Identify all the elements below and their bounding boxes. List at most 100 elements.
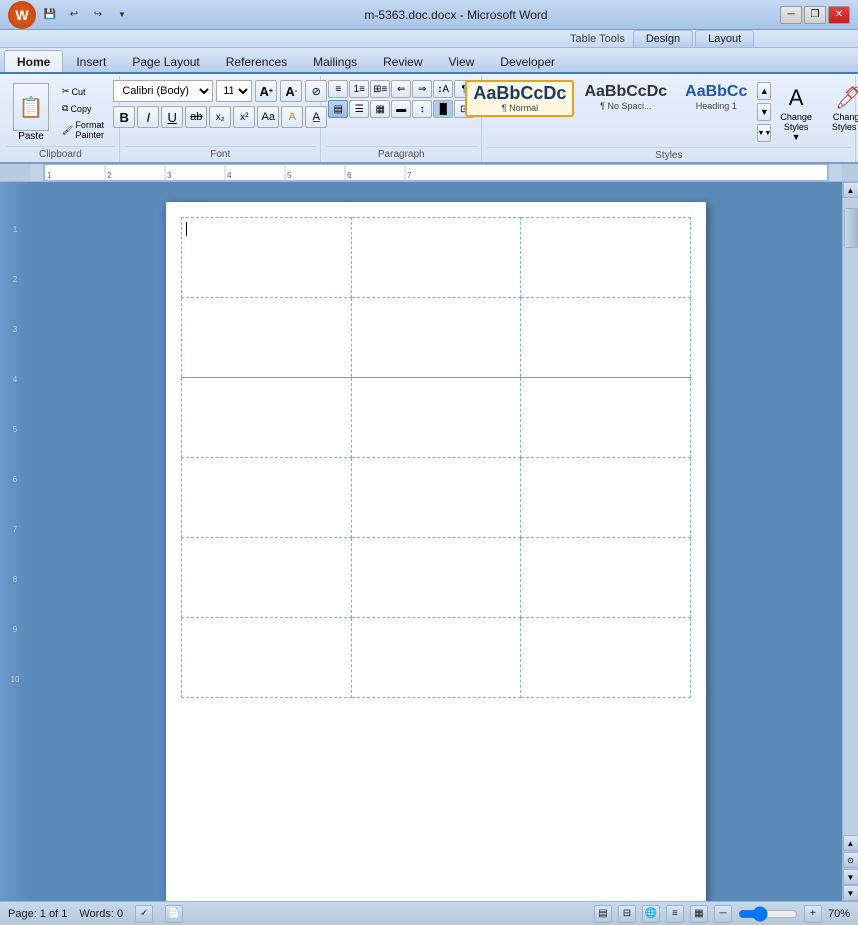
table-cell[interactable] <box>521 458 691 538</box>
scroll-thumb[interactable] <box>844 208 858 248</box>
line-spacing-button[interactable]: ↕ <box>412 100 432 118</box>
tab-mailings[interactable]: Mailings <box>300 50 370 72</box>
change-case-button[interactable]: Aa <box>257 106 279 128</box>
table-cell[interactable] <box>351 298 521 378</box>
scroll-select-browse[interactable]: ⊙ <box>843 852 858 868</box>
scroll-track[interactable] <box>843 198 858 835</box>
right-scrollbar: ▲ ▲ ⊙ ▼ ▼ <box>842 182 858 901</box>
strikethrough-button[interactable]: ab <box>185 106 207 128</box>
font-name-select[interactable]: Calibri (Body) <box>113 80 213 102</box>
view-fullscreen-icon[interactable]: ⊟ <box>618 905 636 923</box>
table-cell[interactable] <box>521 618 691 698</box>
font-size-select[interactable]: 11 <box>216 80 252 102</box>
shading-button[interactable]: █ <box>433 100 453 118</box>
font-row1: Calibri (Body) 11 A+ A- ⊘ <box>113 80 327 102</box>
tab-references[interactable]: References <box>213 50 300 72</box>
paste-button[interactable]: 📋 Paste <box>6 80 56 145</box>
table-cell[interactable] <box>182 298 352 378</box>
quick-redo[interactable]: ↪ <box>88 5 108 25</box>
view-outline-icon[interactable]: ≡ <box>666 905 684 923</box>
multilevel-button[interactable]: ⊞≡ <box>370 80 390 98</box>
table-cell[interactable] <box>521 538 691 618</box>
quick-undo[interactable]: ↩ <box>64 5 84 25</box>
table-cell[interactable] <box>521 378 691 458</box>
scroll-next-page[interactable]: ▼ <box>843 869 858 885</box>
style-no-spacing[interactable]: AaBbCcDc ¶ No Spaci... <box>576 80 675 117</box>
tab-page-layout[interactable]: Page Layout <box>119 50 212 72</box>
left-ruler: 1 2 3 4 5 6 7 8 9 10 <box>0 182 30 901</box>
align-right-button[interactable]: ▦ <box>370 100 390 118</box>
grow-font-button[interactable]: A+ <box>255 80 277 102</box>
text-highlight-button[interactable]: A <box>281 106 303 128</box>
minimize-button[interactable]: ─ <box>780 6 802 24</box>
table-cell[interactable] <box>351 458 521 538</box>
office-button[interactable]: W <box>8 1 36 29</box>
scroll-prev-page[interactable]: ▲ <box>843 835 858 851</box>
increase-indent-button[interactable]: ⇒ <box>412 80 432 98</box>
superscript-button[interactable]: x² <box>233 106 255 128</box>
tab-review[interactable]: Review <box>370 50 435 72</box>
tab-home[interactable]: Home <box>4 50 63 72</box>
subscript-button[interactable]: x₂ <box>209 106 231 128</box>
zoom-slider[interactable] <box>738 908 798 920</box>
svg-text:1: 1 <box>13 225 18 234</box>
numbering-button[interactable]: 1≡ <box>349 80 369 98</box>
underline-button[interactable]: U <box>161 106 183 128</box>
italic-button[interactable]: I <box>137 106 159 128</box>
gallery-more-arrow[interactable]: ▼▼ <box>757 124 771 142</box>
restore-button[interactable]: ❐ <box>804 6 826 24</box>
table-cell[interactable] <box>182 218 352 298</box>
table-cell[interactable] <box>521 218 691 298</box>
view-web-icon[interactable]: 🌐 <box>642 905 660 923</box>
format-painter-button[interactable]: 🖌 Format Painter <box>58 118 115 142</box>
context-label: Table Tools <box>570 33 625 45</box>
change-styles-button[interactable]: A ChangeStyles ▼ <box>773 80 819 147</box>
sort-button[interactable]: ↕A <box>433 80 453 98</box>
shrink-font-button[interactable]: A- <box>280 80 302 102</box>
table-cell[interactable] <box>182 538 352 618</box>
context-tab-bar: Table Tools Design Layout <box>0 30 858 48</box>
scroll-down-button[interactable]: ▼ <box>843 885 858 901</box>
table-cell[interactable] <box>521 298 691 378</box>
gallery-up-arrow[interactable]: ▲ <box>757 82 771 100</box>
table-cell[interactable] <box>182 458 352 538</box>
table-row <box>182 618 691 698</box>
gallery-down-arrow[interactable]: ▼ <box>757 103 771 121</box>
styles-label: Styles <box>487 147 851 163</box>
zoom-out-icon[interactable]: ─ <box>714 905 732 923</box>
view-normal-icon[interactable]: ▤ <box>594 905 612 923</box>
tab-developer[interactable]: Developer <box>487 50 568 72</box>
scroll-up-button[interactable]: ▲ <box>843 182 858 198</box>
align-center-button[interactable]: ☰ <box>349 100 369 118</box>
tab-insert[interactable]: Insert <box>63 50 119 72</box>
bullets-button[interactable]: ≡ <box>328 80 348 98</box>
quick-save[interactable]: 💾 <box>40 5 60 25</box>
editing-button[interactable]: 🖊 Change Styles▼ <box>825 80 858 137</box>
zoom-in-icon[interactable]: + <box>804 905 822 923</box>
tab-design[interactable]: Design <box>633 30 693 47</box>
document-table[interactable] <box>181 217 691 698</box>
table-cell[interactable] <box>351 378 521 458</box>
cut-button[interactable]: ✂ Cut <box>58 84 115 99</box>
page[interactable] <box>166 202 706 901</box>
style-heading1[interactable]: AaBbCc Heading 1 <box>677 80 755 117</box>
customize-quick-access[interactable]: ▼ <box>112 5 132 25</box>
view-draft-icon[interactable]: ▦ <box>690 905 708 923</box>
document-area[interactable] <box>30 182 842 901</box>
track-changes-icon[interactable]: 📄 <box>165 905 183 923</box>
copy-button[interactable]: ⧉ Copy <box>58 101 115 116</box>
close-button[interactable]: ✕ <box>828 6 850 24</box>
tab-view[interactable]: View <box>436 50 488 72</box>
table-cell[interactable] <box>182 618 352 698</box>
bold-button[interactable]: B <box>113 106 135 128</box>
tab-layout[interactable]: Layout <box>695 30 754 47</box>
table-cell[interactable] <box>182 378 352 458</box>
align-left-button[interactable]: ▤ <box>328 100 348 118</box>
table-cell[interactable] <box>351 218 521 298</box>
proofing-icon[interactable]: ✓ <box>135 905 153 923</box>
table-cell[interactable] <box>351 618 521 698</box>
style-normal[interactable]: AaBbCcDc ¶ Normal <box>465 80 574 117</box>
decrease-indent-button[interactable]: ⇐ <box>391 80 411 98</box>
table-cell[interactable] <box>351 538 521 618</box>
justify-button[interactable]: ▬ <box>391 100 411 118</box>
